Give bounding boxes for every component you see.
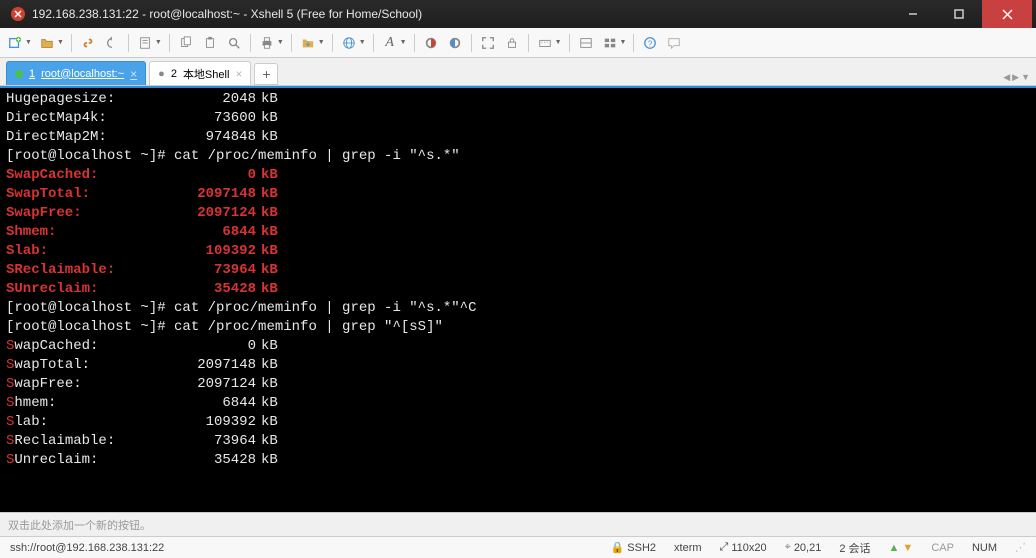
dropdown-icon[interactable]: ▼ (620, 39, 627, 46)
dropdown-icon[interactable]: ▼ (57, 39, 64, 46)
properties-button[interactable] (134, 32, 156, 54)
chat-button[interactable] (663, 32, 685, 54)
dropdown-icon[interactable]: ▼ (555, 39, 562, 46)
dropdown-icon[interactable]: ▼ (25, 39, 32, 46)
new-session-button[interactable] (4, 32, 26, 54)
dropdown-icon[interactable]: ▼ (277, 39, 284, 46)
window-titlebar: 192.168.238.131:22 - root@localhost:~ - … (0, 0, 1036, 28)
download-icon: ▼ (902, 542, 913, 554)
quick-command-hint: 双击此处添加一个新的按钮。 (8, 517, 151, 533)
status-num: NUM (968, 542, 1001, 554)
window-minimize-button[interactable] (890, 0, 936, 28)
file-transfer-button[interactable] (297, 32, 319, 54)
reconnect-button[interactable] (101, 32, 123, 54)
tab-label: root@localhost:~ (41, 68, 124, 80)
tab-number: 2 (171, 68, 177, 80)
help-button[interactable]: ? (639, 32, 661, 54)
tab-bar: 1 root@localhost:~ × ● 2 本地Shell × + ◀ ▶… (0, 58, 1036, 86)
dropdown-icon[interactable]: ▼ (318, 39, 325, 46)
status-uri: ssh://root@192.168.238.131:22 (6, 542, 168, 554)
status-sessions: 2 会话 (835, 540, 874, 556)
local-shell-icon: ● (158, 68, 165, 80)
lock-button[interactable] (501, 32, 523, 54)
tab-close-icon[interactable]: × (130, 67, 137, 81)
status-traffic: ▲ ▼ (885, 542, 918, 554)
find-button[interactable] (223, 32, 245, 54)
resize-icon: ⤢ (720, 541, 729, 554)
tab-nav: ◀ ▶ ▼ (1003, 72, 1030, 83)
window-close-button[interactable] (982, 0, 1032, 28)
status-cap: CAP (927, 542, 958, 554)
cursor-icon: ⌖ (785, 541, 791, 554)
keyboard-button[interactable] (534, 32, 556, 54)
connection-indicator-icon (15, 70, 23, 78)
color-scheme-button[interactable] (420, 32, 442, 54)
status-grip: ⋰ (1011, 541, 1030, 554)
status-size: ⤢ 110x20 (716, 541, 771, 554)
svg-text:?: ? (648, 39, 653, 48)
terminal-output[interactable]: Hugepagesize:2048kBDirectMap4k:73600kBDi… (0, 86, 1036, 512)
status-cursor: ⌖ 20,21 (781, 541, 826, 554)
link-button[interactable] (77, 32, 99, 54)
font-button[interactable]: A (379, 32, 401, 54)
tab-label: 本地Shell (183, 66, 229, 82)
layout-horizontal-button[interactable] (575, 32, 597, 54)
open-button[interactable] (36, 32, 58, 54)
status-term: xterm (670, 542, 706, 554)
window-maximize-button[interactable] (936, 0, 982, 28)
dropdown-icon[interactable]: ▼ (155, 39, 162, 46)
dropdown-icon[interactable]: ▼ (359, 39, 366, 46)
tab-list-button[interactable]: ▼ (1021, 72, 1030, 83)
dropdown-icon[interactable]: ▼ (400, 39, 407, 46)
tab-number: 1 (29, 68, 35, 80)
globe-button[interactable] (338, 32, 360, 54)
tab-session-2[interactable]: ● 2 本地Shell × (149, 61, 251, 85)
color-scheme2-button[interactable] (444, 32, 466, 54)
status-ssh: 🔒 SSH2 (607, 541, 660, 554)
quick-command-bar[interactable]: 双击此处添加一个新的按钮。 (0, 512, 1036, 536)
paste-button[interactable] (199, 32, 221, 54)
tab-add-button[interactable]: + (254, 63, 278, 85)
status-bar: ssh://root@192.168.238.131:22 🔒 SSH2 xte… (0, 536, 1036, 558)
upload-icon: ▲ (889, 542, 900, 554)
window-title: 192.168.238.131:22 - root@localhost:~ - … (32, 7, 890, 21)
layout-grid-button[interactable] (599, 32, 621, 54)
print-button[interactable] (256, 32, 278, 54)
app-icon (10, 6, 26, 22)
tab-next-button[interactable]: ▶ (1012, 72, 1019, 83)
fullscreen-button[interactable] (477, 32, 499, 54)
lock-icon: 🔒 (611, 541, 625, 554)
copy-button[interactable] (175, 32, 197, 54)
tab-prev-button[interactable]: ◀ (1003, 72, 1010, 83)
tab-close-icon[interactable]: × (235, 67, 242, 81)
toolbar: ▼ ▼ ▼ ▼ ▼ ▼ A ▼ ▼ ▼ ? (0, 28, 1036, 58)
tab-session-1[interactable]: 1 root@localhost:~ × (6, 61, 146, 85)
